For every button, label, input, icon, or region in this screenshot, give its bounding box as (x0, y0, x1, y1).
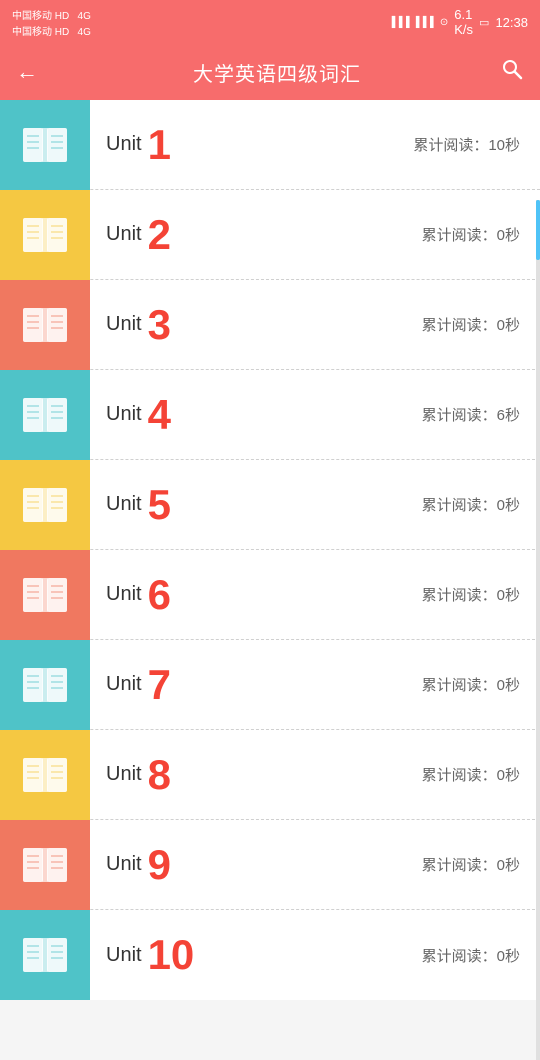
unit-label-7: Unit (106, 673, 142, 696)
unit-time-3: 累计阅读：0秒 (422, 314, 540, 335)
unit-icon-7 (0, 640, 90, 730)
unit-icon-1 (0, 100, 90, 190)
toolbar: ← 大学英语四级词汇 (0, 44, 540, 100)
unit-item-7[interactable]: Unit 7 累计阅读：0秒 (0, 640, 540, 730)
battery-icon: ▭ (479, 16, 489, 29)
unit-time-2: 累计阅读：0秒 (422, 224, 540, 245)
unit-icon-2 (0, 190, 90, 280)
unit-item-5[interactable]: Unit 5 累计阅读：0秒 (0, 460, 540, 550)
unit-item-2[interactable]: Unit 2 累计阅读：0秒 (0, 190, 540, 280)
unit-time-6: 累计阅读：0秒 (422, 584, 540, 605)
unit-item-6[interactable]: Unit 6 累计阅读：0秒 (0, 550, 540, 640)
unit-info-7: Unit 7 (90, 664, 422, 706)
unit-label-1: Unit (106, 133, 142, 156)
unit-item-9[interactable]: Unit 9 累计阅读：0秒 (0, 820, 540, 910)
unit-label-4: Unit (106, 403, 142, 426)
unit-item-10[interactable]: Unit 10 累计阅读：0秒 (0, 910, 540, 1000)
signal-icons: ▌▌▌ ▌▌▌ ⊙ (392, 17, 448, 28)
unit-icon-10 (0, 910, 90, 1000)
search-icon (500, 57, 524, 81)
carrier1-label: 中国移动 HD 4G (12, 7, 91, 22)
unit-info-6: Unit 6 (90, 574, 422, 616)
unit-icon-8 (0, 730, 90, 820)
unit-label-5: Unit (106, 493, 142, 516)
unit-time-10: 累计阅读：0秒 (422, 945, 540, 966)
speed-label: 6.1K/s (454, 7, 473, 37)
unit-item-8[interactable]: Unit 8 累计阅读：0秒 (0, 730, 540, 820)
unit-info-4: Unit 4 (90, 394, 422, 436)
unit-icon-5 (0, 460, 90, 550)
unit-icon-6 (0, 550, 90, 640)
unit-label-3: Unit (106, 313, 142, 336)
unit-time-4: 累计阅读：6秒 (422, 404, 540, 425)
unit-number-4: 4 (148, 394, 171, 436)
unit-item-1[interactable]: Unit 1 累计阅读：10秒 (0, 100, 540, 190)
unit-icon-9 (0, 820, 90, 910)
unit-number-6: 6 (148, 574, 171, 616)
unit-time-5: 累计阅读：0秒 (422, 494, 540, 515)
unit-label-6: Unit (106, 583, 142, 606)
unit-icon-3 (0, 280, 90, 370)
page-title: 大学英语四级词汇 (54, 58, 500, 87)
unit-label-9: Unit (106, 853, 142, 876)
status-bar: 中国移动 HD 4G 中国移动 HD 4G ▌▌▌ ▌▌▌ ⊙ 6.1K/s ▭… (0, 0, 540, 44)
unit-item-4[interactable]: Unit 4 累计阅读：6秒 (0, 370, 540, 460)
unit-number-5: 5 (148, 484, 171, 526)
carrier2-label: 中国移动 HD 4G (12, 23, 91, 38)
status-right: ▌▌▌ ▌▌▌ ⊙ 6.1K/s ▭ 12:38 (392, 7, 528, 37)
unit-label-8: Unit (106, 763, 142, 786)
unit-item-3[interactable]: Unit 3 累计阅读：0秒 (0, 280, 540, 370)
unit-label-2: Unit (106, 223, 142, 246)
unit-number-1: 1 (148, 124, 171, 166)
unit-info-9: Unit 9 (90, 844, 422, 886)
unit-info-1: Unit 1 (90, 124, 413, 166)
unit-number-10: 10 (148, 934, 195, 976)
unit-time-7: 累计阅读：0秒 (422, 674, 540, 695)
unit-number-8: 8 (148, 754, 171, 796)
unit-number-7: 7 (148, 664, 171, 706)
unit-number-3: 3 (148, 304, 171, 346)
back-button[interactable]: ← (16, 59, 38, 85)
time-label: 12:38 (495, 15, 528, 30)
unit-info-5: Unit 5 (90, 484, 422, 526)
unit-info-2: Unit 2 (90, 214, 422, 256)
unit-number-2: 2 (148, 214, 171, 256)
unit-time-8: 累计阅读：0秒 (422, 764, 540, 785)
unit-number-9: 9 (148, 844, 171, 886)
unit-list: Unit 1 累计阅读：10秒 Unit 2 累计阅读：0秒 (0, 100, 540, 1000)
unit-info-3: Unit 3 (90, 304, 422, 346)
unit-info-10: Unit 10 (90, 934, 422, 976)
carrier-info: 中国移动 HD 4G 中国移动 HD 4G (12, 7, 91, 38)
unit-time-1: 累计阅读：10秒 (413, 134, 540, 155)
search-button[interactable] (500, 57, 524, 87)
scrollbar-track (536, 200, 540, 1060)
unit-icon-4 (0, 370, 90, 460)
unit-info-8: Unit 8 (90, 754, 422, 796)
scrollbar-thumb[interactable] (536, 200, 540, 260)
unit-time-9: 累计阅读：0秒 (422, 854, 540, 875)
unit-label-10: Unit (106, 944, 142, 967)
